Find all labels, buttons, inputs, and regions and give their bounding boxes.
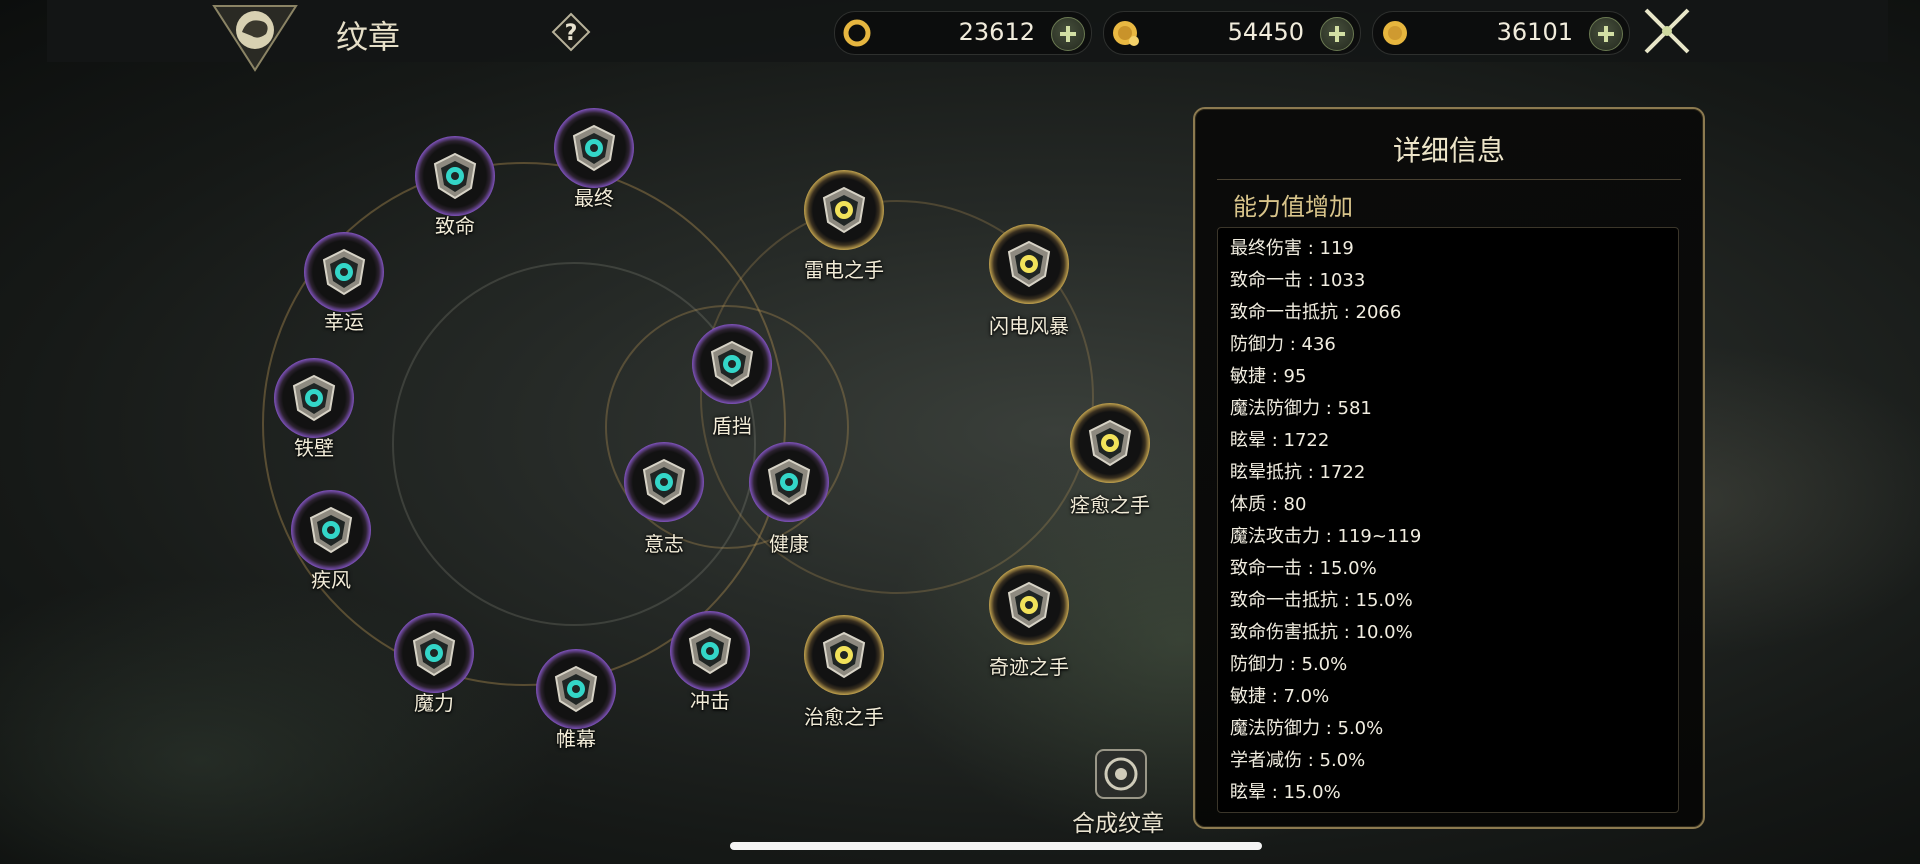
- emblem-shield-icon: [688, 627, 732, 675]
- details-panel: 详细信息 能力值增加 最终伤害 : 119 致命一击 : 1033 致命一击抵抗 :…: [1193, 107, 1705, 829]
- resource-value: 23612: [958, 18, 1035, 46]
- emblem-label: 疾风: [311, 568, 351, 592]
- stat-row: 魔法攻击力 : 119~119: [1230, 526, 1422, 547]
- stat-row: 眩晕抵抗 : 1722: [1230, 462, 1366, 483]
- emblem-label: 幸运: [324, 310, 364, 334]
- resource-value: 54450: [1227, 18, 1304, 46]
- stat-row: 致命伤害抵抗 : 10.0%: [1230, 622, 1413, 643]
- stat-row: 魔法防御力 : 5.0%: [1230, 718, 1384, 739]
- add-resource-button[interactable]: [1589, 17, 1623, 51]
- emblem-label: 健康: [769, 532, 809, 556]
- emblem-shield-icon: [1007, 240, 1051, 288]
- details-section-title: 能力值增加: [1233, 193, 1353, 221]
- stat-row: 致命一击抵抗 : 15.0%: [1230, 590, 1413, 611]
- stat-row: 敏捷 : 7.0%: [1230, 686, 1330, 707]
- page-title: 纹章: [336, 18, 401, 56]
- emblem-shield-icon: [642, 458, 686, 506]
- emblem-label: 雷电之手: [804, 258, 884, 282]
- stat-row: 致命一击 : 15.0%: [1230, 558, 1377, 579]
- emblem-label: 最终: [574, 186, 614, 210]
- resource-gold-bag: 54450: [1103, 11, 1361, 55]
- stat-row: 眩晕 : 1722: [1230, 430, 1330, 451]
- emblem-node[interactable]: [804, 170, 884, 250]
- stat-row: 魔法防御力 : 581: [1230, 398, 1372, 419]
- stat-row: 体质 : 80: [1230, 494, 1307, 515]
- details-title: 详细信息: [1392, 134, 1505, 167]
- emblem-node[interactable]: [291, 490, 371, 570]
- emblem-node[interactable]: [1070, 403, 1150, 483]
- emblem-label: 魔力: [414, 691, 454, 715]
- divider: [1217, 179, 1681, 180]
- resource-refresh-coin: 23612: [834, 11, 1092, 55]
- stat-row: 学者减伤 : 5.0%: [1230, 750, 1366, 771]
- stat-list[interactable]: 最终伤害 : 119 致命一击 : 1033 致命一击抵抗 : 2066 防御力 : …: [1217, 227, 1679, 813]
- emblem-synthesize-icon[interactable]: [1092, 748, 1150, 800]
- svg-text:?: ?: [565, 21, 578, 46]
- emblem-shield-icon: [433, 152, 477, 200]
- emblem-shield-icon: [1007, 581, 1051, 629]
- emblem-node[interactable]: [274, 358, 354, 438]
- stat-row: 致命一击 : 1033: [1230, 270, 1366, 291]
- stat-row: 致命一击抵抗 : 2066: [1230, 302, 1402, 323]
- emblem-shield-icon: [292, 374, 336, 422]
- stat-row: 眩晕 : 15.0%: [1230, 782, 1341, 803]
- emblem-label: 冲击: [690, 689, 730, 713]
- emblem-shield-icon: [309, 506, 353, 554]
- emblem-label: 铁壁: [294, 436, 334, 460]
- emblem-shield-icon: [822, 186, 866, 234]
- gold-coin-icon: [1383, 21, 1407, 45]
- emblem-shield-icon: [322, 248, 366, 296]
- emblem-shield-icon: [554, 665, 598, 713]
- emblem-node[interactable]: [692, 324, 772, 404]
- stat-row: 防御力 : 5.0%: [1230, 654, 1348, 675]
- crossed-swords-close-icon[interactable]: [1640, 4, 1694, 58]
- add-resource-button[interactable]: [1051, 17, 1085, 51]
- refresh-coin-icon: [843, 19, 871, 47]
- synthesize-label[interactable]: 合成纹章: [1072, 804, 1164, 838]
- gold-coin-bag-icon: [1113, 21, 1139, 46]
- resource-value: 36101: [1496, 18, 1573, 46]
- emblem-label: 帷幕: [556, 727, 596, 751]
- emblem-shield-icon: [710, 340, 754, 388]
- stat-row: 敏捷 : 95: [1230, 366, 1307, 387]
- emblem-shield-icon: [572, 124, 616, 172]
- emblem-label: 奇迹之手: [989, 655, 1069, 679]
- emblem-node[interactable]: [624, 442, 704, 522]
- emblem-node[interactable]: [554, 108, 634, 188]
- emblem-node[interactable]: [989, 565, 1069, 645]
- emblem-node[interactable]: [536, 649, 616, 729]
- emblem-shield-icon: [412, 629, 456, 677]
- emblem-label: 致命: [435, 214, 475, 238]
- emblem-shield-icon: [1088, 419, 1132, 467]
- resource-gold-coin: 36101: [1372, 11, 1630, 55]
- emblem-shield-icon: [767, 458, 811, 506]
- add-resource-button[interactable]: [1320, 17, 1354, 51]
- emblem-label: 闪电风暴: [989, 314, 1069, 338]
- emblem-node[interactable]: [304, 232, 384, 312]
- stat-row: 防御力 : 436: [1230, 334, 1336, 355]
- emblem-node[interactable]: [670, 611, 750, 691]
- emblem-label: 痊愈之手: [1070, 493, 1150, 517]
- emblem-shield-icon: [822, 631, 866, 679]
- emblem-node[interactable]: [394, 613, 474, 693]
- emblem-node[interactable]: [749, 442, 829, 522]
- help-icon[interactable]: ?: [551, 12, 591, 52]
- emblem-label: 盾挡: [712, 414, 752, 438]
- emblem-node[interactable]: [415, 136, 495, 216]
- emblem-node[interactable]: [989, 224, 1069, 304]
- stat-row: 最终伤害 : 119: [1230, 238, 1354, 259]
- dragon-crest-icon: [212, 5, 298, 72]
- home-indicator: [730, 842, 1262, 850]
- emblem-node[interactable]: [804, 615, 884, 695]
- emblem-label: 意志: [644, 532, 684, 556]
- emblem-label: 治愈之手: [804, 705, 884, 729]
